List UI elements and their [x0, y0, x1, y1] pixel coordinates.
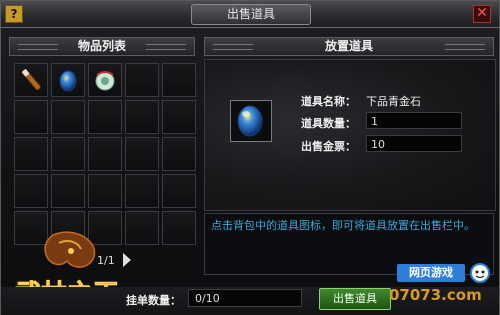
- header-decoration: [146, 44, 186, 50]
- help-button[interactable]: ?: [5, 5, 23, 23]
- inventory-slot[interactable]: [125, 137, 159, 171]
- header-decoration: [213, 44, 253, 50]
- placed-item-slot[interactable]: [230, 100, 272, 142]
- header-decoration: [445, 44, 485, 50]
- inventory-slot[interactable]: [125, 63, 159, 97]
- watermark-line1: 网页游戏: [397, 264, 465, 282]
- inventory-slot[interactable]: [162, 63, 196, 97]
- inventory-grid: [14, 63, 196, 245]
- inventory-slot[interactable]: [51, 137, 85, 171]
- placed-item-panel: 道具名称： 下品青金石 道具数量： 1 出售金票： 10: [204, 59, 496, 211]
- sell-item-button[interactable]: 出售道具: [319, 288, 391, 310]
- inventory-slot[interactable]: [14, 63, 48, 97]
- header-decoration: [18, 44, 58, 50]
- inventory-slot[interactable]: [88, 100, 122, 134]
- item-list-title: 物品列表: [77, 39, 126, 53]
- inventory-slot[interactable]: [14, 137, 48, 171]
- dragon-emblem-icon: [44, 231, 96, 268]
- inventory-slot[interactable]: [88, 174, 122, 208]
- inventory-slot[interactable]: [162, 211, 196, 245]
- site-watermark: 网页游戏 07073.com: [389, 262, 497, 314]
- brush-icon: [21, 68, 41, 91]
- inventory-slot[interactable]: [14, 100, 48, 134]
- quantity-label: 道具数量：: [301, 117, 356, 130]
- price-label: 出售金票：: [301, 140, 356, 153]
- hint-text: 点击背包中的道具图标，即可将道具放置在出售栏中。: [211, 219, 475, 232]
- listing-count-field: 0/10: [188, 289, 302, 307]
- close-button[interactable]: ✕: [473, 5, 491, 23]
- inventory-slot[interactable]: [14, 174, 48, 208]
- mascot-icon: [470, 263, 490, 283]
- inventory-slot[interactable]: [125, 100, 159, 134]
- sell-items-window: ? 出售道具 ✕ 物品列表 放置道具 1/1 武林之王: [0, 0, 500, 315]
- place-item-title: 放置道具: [324, 39, 373, 53]
- gem-icon: [237, 105, 263, 137]
- window-title: 出售道具: [191, 4, 311, 25]
- title-bar: ? 出售道具 ✕: [1, 1, 499, 28]
- inventory-slot[interactable]: [51, 174, 85, 208]
- inventory-slot[interactable]: [162, 100, 196, 134]
- item-list-header: 物品列表: [9, 37, 195, 56]
- inventory-slot[interactable]: [88, 63, 122, 97]
- quantity-input[interactable]: 1: [366, 112, 462, 129]
- inventory-slot[interactable]: [88, 137, 122, 171]
- item-name-value: 下品青金石: [366, 95, 421, 108]
- inventory-slot[interactable]: [125, 174, 159, 208]
- item-name-label: 道具名称：: [301, 95, 356, 108]
- inventory-slot[interactable]: [162, 174, 196, 208]
- gem-icon: [59, 70, 77, 92]
- place-item-header: 放置道具: [204, 37, 494, 56]
- inventory-slot[interactable]: [51, 100, 85, 134]
- listing-count-label: 挂单数量：: [126, 294, 181, 307]
- watermark-line2: 07073.com: [389, 286, 482, 304]
- inventory-slot[interactable]: [51, 63, 85, 97]
- price-input[interactable]: 10: [366, 135, 462, 152]
- jade-icon: [95, 71, 115, 91]
- inventory-slot[interactable]: [162, 137, 196, 171]
